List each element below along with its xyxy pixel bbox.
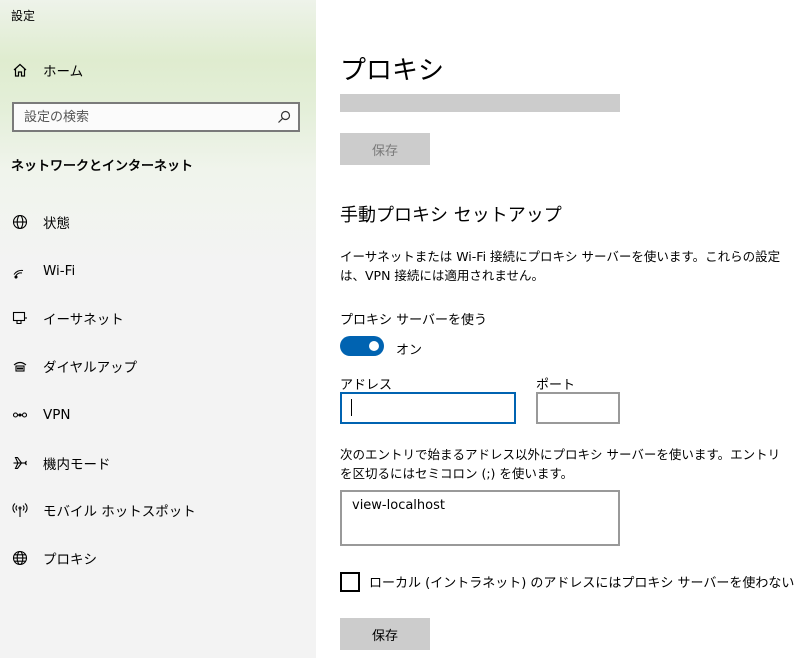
sidebar-item-vpn[interactable]: VPN xyxy=(0,395,316,435)
use-proxy-toggle[interactable] xyxy=(340,336,384,356)
globe-icon xyxy=(12,550,28,566)
page-title: プロキシ xyxy=(340,56,445,86)
airplane-icon xyxy=(12,455,28,471)
sidebar-item-wifi[interactable]: Wi-Fi xyxy=(0,251,316,291)
main-panel: プロキシ 保存 手動プロキシ セットアップ イーサネットまたは Wi-Fi 接続… xyxy=(316,0,798,658)
sidebar-item-airplane[interactable]: 機内モード xyxy=(0,443,316,483)
sidebar-item-label: イーサネット xyxy=(43,312,124,328)
globe-status-icon xyxy=(12,214,28,230)
search-input[interactable] xyxy=(14,104,266,130)
text-caret xyxy=(351,399,352,416)
search-icon[interactable] xyxy=(276,109,292,125)
address-label: アドレス xyxy=(340,378,393,393)
app-title: 設定 xyxy=(11,9,36,23)
sidebar-item-proxy[interactable]: プロキシ xyxy=(0,538,316,578)
port-label: ポート xyxy=(536,378,576,393)
sidebar-item-label: 状態 xyxy=(43,216,70,232)
port-field[interactable] xyxy=(536,392,620,424)
toggle-knob xyxy=(369,341,379,351)
home-icon xyxy=(12,62,28,78)
exceptions-description: 次のエントリで始まるアドレス以外にプロキシ サーバーを使います。エントリを区切る… xyxy=(340,447,781,481)
sidebar-item-label: VPN xyxy=(43,407,71,423)
vpn-icon xyxy=(12,407,28,423)
dialup-icon xyxy=(12,358,28,374)
sidebar: 設定 ホーム ネットワークとインターネット 状態 xyxy=(0,0,316,658)
sidebar-item-label: ホーム xyxy=(43,64,84,80)
save-button[interactable]: 保存 xyxy=(340,618,430,650)
bypass-local-checkbox[interactable] xyxy=(340,572,360,592)
sidebar-item-dialup[interactable]: ダイヤルアップ xyxy=(0,346,316,386)
manual-setup-heading: 手動プロキシ セットアップ xyxy=(340,205,562,226)
sidebar-item-label: ダイヤルアップ xyxy=(43,360,138,376)
placeholder-bar xyxy=(340,94,620,112)
use-proxy-label: プロキシ サーバーを使う xyxy=(340,313,488,328)
search-box xyxy=(12,102,300,132)
sidebar-item-label: モバイル ホットスポット xyxy=(43,504,196,520)
bypass-local-label: ローカル (イントラネット) のアドレスにはプロキシ サーバーを使わない xyxy=(369,576,795,591)
sidebar-item-ethernet[interactable]: イーサネット xyxy=(0,298,316,338)
exceptions-field[interactable]: view-localhost xyxy=(340,490,620,546)
section-header: ネットワークとインターネット xyxy=(11,159,194,174)
address-field[interactable] xyxy=(340,392,516,424)
ethernet-icon xyxy=(12,310,28,326)
sidebar-item-hotspot[interactable]: モバイル ホットスポット xyxy=(0,490,316,530)
sidebar-item-status[interactable]: 状態 xyxy=(0,202,316,242)
sidebar-item-home[interactable]: ホーム xyxy=(0,50,316,90)
sidebar-item-label: 機内モード xyxy=(43,457,111,473)
sidebar-item-label: Wi-Fi xyxy=(43,263,76,279)
hotspot-icon xyxy=(12,502,28,518)
sidebar-item-label: プロキシ xyxy=(43,552,97,568)
wifi-icon xyxy=(12,263,28,279)
top-save-button[interactable]: 保存 xyxy=(340,133,430,165)
toggle-state-label: オン xyxy=(396,343,423,358)
manual-setup-description: イーサネットまたは Wi-Fi 接続にプロキシ サーバーを使います。これらの設定… xyxy=(340,249,781,283)
